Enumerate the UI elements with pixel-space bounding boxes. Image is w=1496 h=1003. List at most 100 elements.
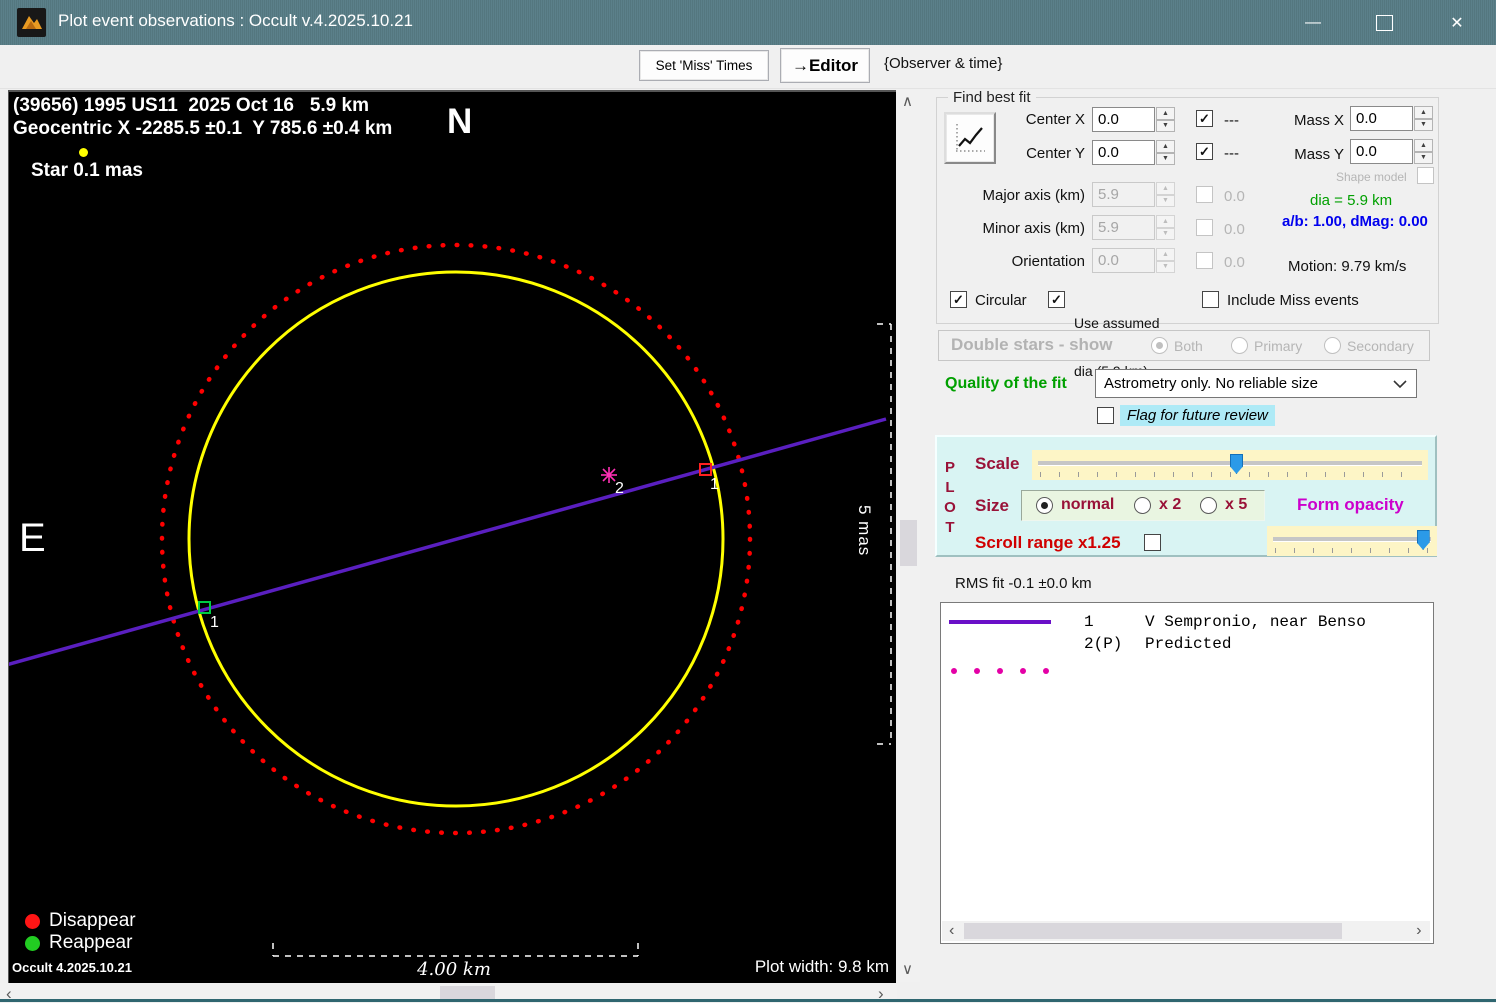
spin-down-icon[interactable]: ▼ <box>1156 153 1175 166</box>
quality-select[interactable]: Astrometry only. No reliable size <box>1095 369 1417 398</box>
orientation-fit-checkbox <box>1196 252 1213 269</box>
center-y-fit-checkbox[interactable]: ✓ <box>1196 143 1213 160</box>
minor-axis-label: Minor axis (km) <box>960 220 1085 237</box>
mass-y-input[interactable] <box>1350 139 1413 164</box>
mass-x-input[interactable] <box>1350 106 1413 131</box>
center-x-spinner[interactable]: ▲▼ <box>1156 107 1175 132</box>
opacity-slider-thumb[interactable] <box>1417 530 1430 550</box>
orientation-error-label: 0.0 <box>1224 254 1245 271</box>
size-normal-radio[interactable] <box>1036 497 1053 514</box>
spin-down-icon[interactable]: ▼ <box>1414 119 1433 132</box>
orientation-input <box>1092 248 1155 273</box>
app-icon <box>17 8 46 37</box>
plot-header-line1: (39656) 1995 US11 2025 Oct 16 5.9 km <box>13 95 369 117</box>
scroll-up-icon[interactable]: ∧ <box>902 94 913 109</box>
listbox-hscroll-thumb[interactable] <box>964 923 1342 939</box>
maximize-button[interactable] <box>1352 0 1416 45</box>
plot-vscroll-thumb[interactable] <box>900 520 917 566</box>
observation-name: V Sempronio, near Benso <box>1145 613 1366 631</box>
reappear-dot-icon <box>25 936 40 951</box>
scroll-range-checkbox[interactable] <box>1144 534 1161 551</box>
mas-scale-label: 5 mas <box>854 505 874 556</box>
spin-up-icon[interactable]: ▲ <box>1414 139 1433 152</box>
size-option-group: normal x 2 x 5 <box>1021 490 1265 521</box>
check-icon: ✓ <box>953 293 964 306</box>
listbox-horizontal-scrollbar[interactable]: ‹ › <box>942 921 1430 941</box>
quality-value: Astrometry only. No reliable size <box>1096 375 1392 392</box>
set-miss-times-button[interactable]: Set 'Miss' Times <box>639 50 769 81</box>
scroll-left-icon[interactable]: ‹ <box>947 923 957 939</box>
scale-label: Scale <box>975 454 1019 474</box>
km-scale-bar <box>273 943 638 956</box>
double-primary-radio <box>1231 337 1248 354</box>
size-x2-label: x 2 <box>1159 496 1181 514</box>
north-label: N <box>447 102 472 142</box>
include-miss-checkbox[interactable] <box>1202 291 1219 308</box>
size-label: Size <box>975 496 1009 516</box>
major-axis-spinner: ▲▼ <box>1156 182 1175 207</box>
center-y-input[interactable] <box>1092 140 1155 165</box>
orientation-label: Orientation <box>960 253 1085 270</box>
scale-slider-ticks <box>1040 472 1420 477</box>
major-axis-fit-checkbox <box>1196 186 1213 203</box>
use-assumed-dia-checkbox[interactable]: ✓ <box>1048 291 1065 308</box>
minor-axis-input <box>1092 215 1155 240</box>
plot-panel-letters: P L O T <box>944 458 956 538</box>
mass-x-label: Mass X <box>1282 112 1344 129</box>
mass-x-spinner[interactable]: ▲▼ <box>1414 106 1433 131</box>
double-secondary-label: Secondary <box>1347 338 1414 354</box>
spin-down-icon[interactable]: ▼ <box>1156 120 1175 133</box>
spin-down-icon[interactable]: ▼ <box>1414 152 1433 165</box>
scale-slider[interactable] <box>1032 450 1428 480</box>
spin-up-icon[interactable]: ▲ <box>1414 106 1433 119</box>
size-x2-radio[interactable] <box>1134 497 1151 514</box>
fit-chart-button[interactable] <box>944 112 996 164</box>
form-opacity-slider[interactable] <box>1267 526 1437 556</box>
scroll-right-icon[interactable]: › <box>1414 923 1424 939</box>
predicted-number: 2 <box>615 480 624 498</box>
mass-y-label: Mass Y <box>1282 146 1344 163</box>
double-both-label: Both <box>1174 338 1203 354</box>
close-button[interactable]: ✕ <box>1425 0 1489 45</box>
menu-bar: with Plot... Plot options... ? Help Retu… <box>0 45 1496 89</box>
observation-number: 1 <box>1084 613 1094 631</box>
chord-line <box>9 419 886 667</box>
observation-row[interactable]: 1 V Sempronio, near Benso <box>941 611 1433 633</box>
size-x5-radio[interactable] <box>1200 497 1217 514</box>
center-y-label: Center Y <box>990 145 1085 162</box>
plot-header-line2: Geocentric X -2285.5 ±0.1 Y 785.6 ±0.4 k… <box>13 118 392 140</box>
center-x-input[interactable] <box>1092 107 1155 132</box>
scroll-down-icon[interactable]: ∨ <box>902 962 913 977</box>
star-size-label: Star 0.1 mas <box>31 160 143 182</box>
opacity-slider-track[interactable] <box>1273 537 1431 542</box>
spin-up-icon: ▲ <box>1156 248 1175 261</box>
scroll-range-label: Scroll range x1.25 <box>975 533 1121 553</box>
spin-up-icon[interactable]: ▲ <box>1156 140 1175 153</box>
center-y-spinner[interactable]: ▲▼ <box>1156 140 1175 165</box>
scale-slider-thumb[interactable] <box>1230 454 1243 474</box>
editor-button[interactable]: →Editor <box>780 48 870 83</box>
ab-dmag-readout: a/b: 1.00, dMag: 0.00 <box>1282 213 1428 230</box>
flag-review-checkbox[interactable] <box>1097 407 1114 424</box>
plot-width-label: Plot width: 9.8 km <box>639 957 889 977</box>
plot-graphics <box>9 92 896 984</box>
find-best-fit-title: Find best fit <box>948 89 1036 106</box>
include-miss-label: Include Miss events <box>1227 292 1359 309</box>
double-secondary-radio <box>1324 337 1341 354</box>
spin-up-icon: ▲ <box>1156 182 1175 195</box>
shape-model-checkbox[interactable] <box>1417 167 1434 184</box>
form-opacity-label: Form opacity <box>1297 495 1404 515</box>
minimize-button[interactable]: — <box>1281 0 1345 45</box>
plot-hscroll-thumb[interactable] <box>440 986 495 999</box>
plot-vertical-scrollbar[interactable]: ∧ ∨ <box>897 90 920 982</box>
center-x-label: Center X <box>990 111 1085 128</box>
center-x-fit-checkbox[interactable]: ✓ <box>1196 110 1213 127</box>
observations-listbox[interactable]: 1 V Sempronio, near Benso 2(P) Predicted… <box>940 602 1434 944</box>
plot-canvas[interactable]: (39656) 1995 US11 2025 Oct 16 5.9 km Geo… <box>8 90 896 984</box>
circular-checkbox[interactable]: ✓ <box>950 291 967 308</box>
spin-up-icon[interactable]: ▲ <box>1156 107 1175 120</box>
check-icon: ✓ <box>1199 145 1210 158</box>
observation-row[interactable]: 2(P) Predicted <box>941 631 1433 653</box>
mass-y-spinner[interactable]: ▲▼ <box>1414 139 1433 164</box>
east-label: E <box>19 516 46 561</box>
